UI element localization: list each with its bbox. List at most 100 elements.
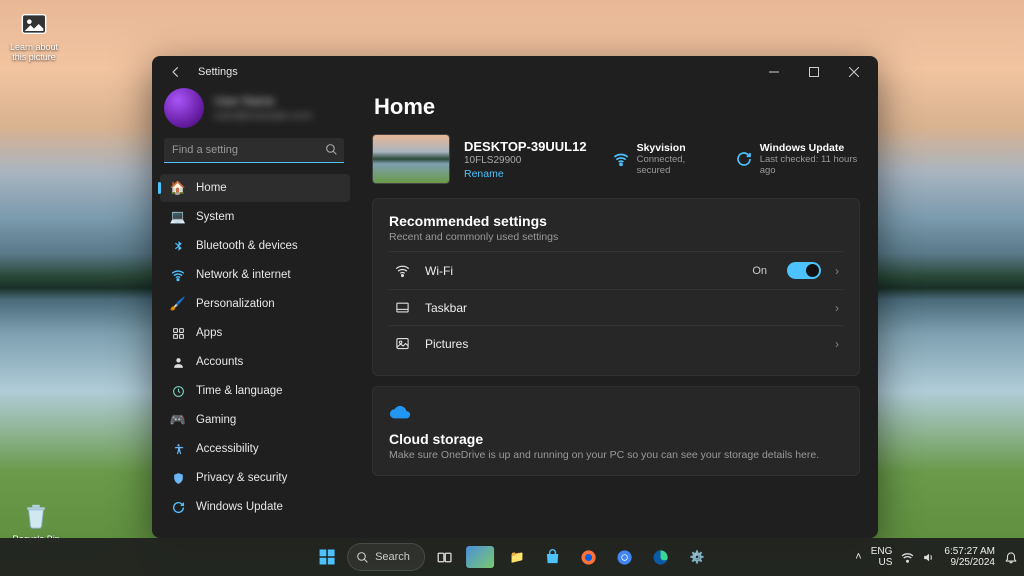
start-button[interactable] [311,541,343,573]
search-label: Search [375,551,410,563]
card-title: Cloud storage [389,431,843,447]
wifi-icon [170,267,186,283]
home-icon: 🏠 [170,180,186,196]
chevron-right-icon: › [835,264,839,278]
person-icon [170,354,186,370]
app-button-1[interactable] [573,541,605,573]
row-label: Wi-Fi [425,264,738,278]
accessibility-icon [170,441,186,457]
rename-link[interactable]: Rename [464,168,587,180]
cloud-card: Cloud storage Make sure OneDrive is up a… [372,386,860,476]
nav-home[interactable]: 🏠 Home [160,174,350,202]
chevron-right-icon: › [835,301,839,315]
nav-network[interactable]: Network & internet [160,261,350,289]
notifications-tray-icon[interactable] [1004,550,1018,564]
taskbar: Search 📁 ⚙️ ˄ ENGUS 6:57:27 AM9/25/ [0,538,1024,576]
row-label: Taskbar [425,301,821,315]
clock[interactable]: 6:57:27 AM9/25/2024 [944,546,995,569]
task-view-button[interactable] [429,541,461,573]
minimize-button[interactable] [754,58,794,86]
update-status-block[interactable]: Windows UpdateLast checked: 11 hours ago [736,142,860,176]
taskbar-search[interactable]: Search [347,543,425,571]
language-indicator[interactable]: ENGUS [871,546,893,569]
wifi-state: Connected, secured [637,154,710,176]
titlebar: Settings [152,56,878,88]
recommended-card: Recommended settings Recent and commonly… [372,198,860,376]
update-state: Last checked: 11 hours ago [760,154,860,176]
card-subtitle: Make sure OneDrive is up and running on … [389,449,843,461]
gaming-icon: 🎮 [170,412,186,428]
row-label: Pictures [425,337,821,351]
update-icon [170,499,186,515]
nav-accounts[interactable]: Accounts [160,348,350,376]
nav-label: Bluetooth & devices [196,240,298,252]
desktop-icon-label: Learn about this picture [4,42,64,62]
account-header[interactable]: User Name user@example.com [152,88,354,134]
photo-info-icon [18,8,50,40]
update-icon [736,150,752,168]
nav-gaming[interactable]: 🎮 Gaming [160,406,350,434]
row-pictures[interactable]: Pictures › [389,325,843,361]
device-model: 10FLS29900 [464,155,587,166]
wifi-toggle[interactable] [787,262,821,279]
account-text: User Name user@example.com [214,94,312,122]
nav-label: Personalization [196,298,275,310]
globe-clock-icon [170,383,186,399]
nav-time[interactable]: Time & language [160,377,350,405]
nav-label: Home [196,182,227,194]
edge-button[interactable] [645,541,677,573]
settings-taskbar-button[interactable]: ⚙️ [681,541,713,573]
nav-label: Gaming [196,414,236,426]
nav-personalization[interactable]: 🖌️Personalization [160,290,350,318]
row-taskbar[interactable]: Taskbar › [389,289,843,325]
settings-search [164,138,344,163]
window-title: Settings [198,66,754,78]
avatar [164,88,204,128]
nav: 🏠 Home 💻System Bluetooth & devices Networ… [152,173,354,538]
wifi-status-block[interactable]: SkyvisionConnected, secured [613,142,710,176]
settings-window: Settings User Name user@example.com [152,56,878,538]
page-heading: Home [374,94,860,120]
taskbar-center: Search 📁 ⚙️ [311,541,713,573]
system-tray[interactable] [901,551,935,564]
nav-update[interactable]: Windows Update [160,493,350,521]
device-name: DESKTOP-39UUL12 [464,139,587,154]
explorer-button[interactable]: 📁 [501,541,533,573]
card-title: Recommended settings [389,213,843,229]
wifi-name: Skyvision [637,142,710,154]
nav-label: Network & internet [196,269,291,281]
pictures-icon [393,336,411,351]
row-wifi[interactable]: Wi-Fi On › [389,251,843,289]
nav-label: Time & language [196,385,283,397]
chrome-button[interactable] [609,541,641,573]
main-content: Home DESKTOP-39UUL12 10FLS29900 Rename S… [360,88,878,538]
update-title: Windows Update [760,142,860,154]
search-input[interactable] [164,138,344,163]
nav-apps[interactable]: Apps [160,319,350,347]
close-button[interactable] [834,58,874,86]
nav-label: Accounts [196,356,243,368]
nav-bluetooth[interactable]: Bluetooth & devices [160,232,350,260]
back-button[interactable] [164,60,188,84]
taskbar-icon [393,300,411,315]
desktop-icon-learn-about[interactable]: Learn about this picture [4,8,64,62]
recycle-bin-icon [20,500,52,532]
nav-label: Windows Update [196,501,283,513]
nav-system[interactable]: 💻System [160,203,350,231]
bluetooth-icon [170,238,186,254]
cloud-icon [389,401,843,423]
wifi-icon [613,150,629,168]
volume-tray-icon [922,551,935,564]
nav-label: Apps [196,327,222,339]
widgets-button[interactable] [465,541,497,573]
nav-label: Privacy & security [196,472,287,484]
wifi-toggle-state: On [752,265,767,277]
wifi-icon [393,263,411,278]
nav-privacy[interactable]: Privacy & security [160,464,350,492]
tray-chevron-icon[interactable]: ˄ [855,551,861,563]
nav-accessibility[interactable]: Accessibility [160,435,350,463]
search-icon [325,143,338,156]
wallpaper-thumbnail [372,134,450,184]
store-button[interactable] [537,541,569,573]
maximize-button[interactable] [794,58,834,86]
